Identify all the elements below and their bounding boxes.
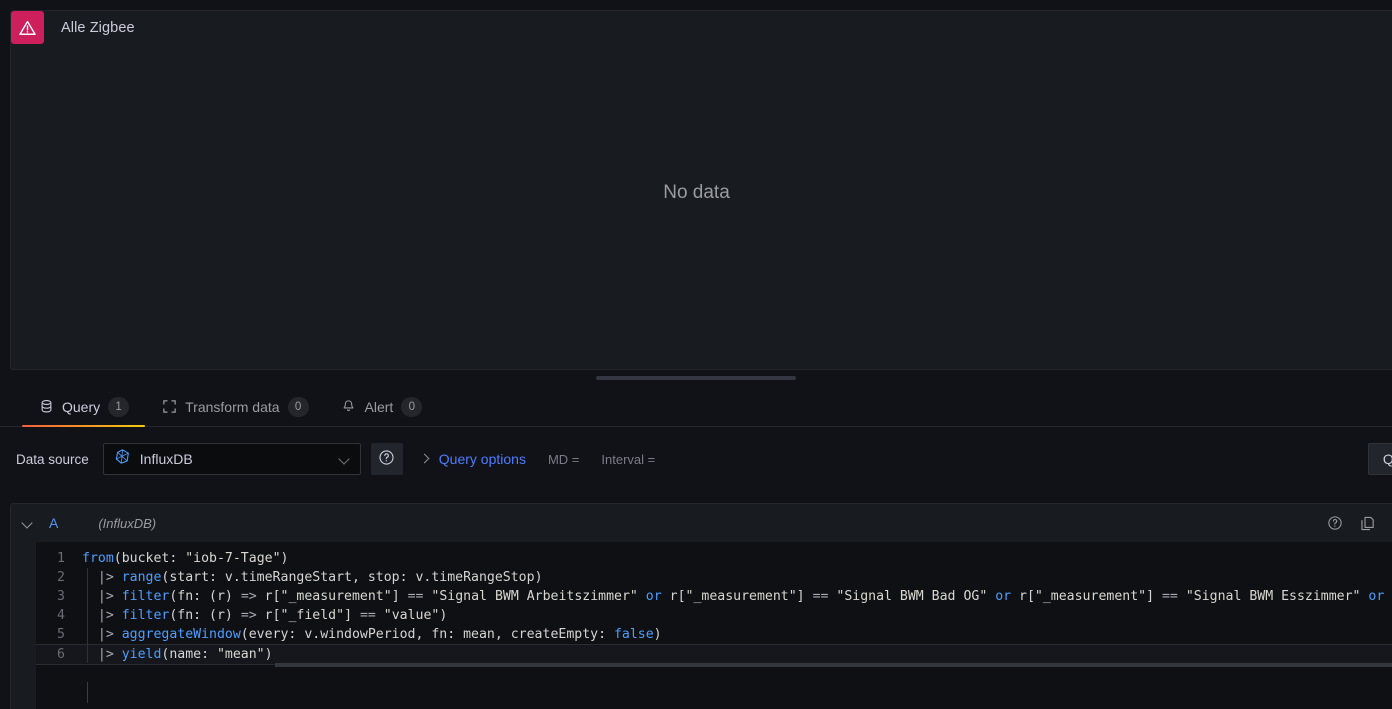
tab-alert-label: Alert: [364, 398, 394, 415]
query-options-toggle[interactable]: Query options: [417, 451, 526, 467]
code-scrollbar-thumb[interactable]: [275, 663, 1392, 667]
datasource-label: Data source: [16, 451, 89, 467]
query-row-header: A (InfluxDB): [11, 504, 1392, 542]
tab-transform-data[interactable]: Transform data 0: [145, 387, 324, 426]
tab-alert[interactable]: Alert 0: [325, 387, 439, 426]
datasource-picker[interactable]: InfluxDB: [102, 443, 361, 475]
tab-query-count: 1: [108, 396, 130, 417]
code-line[interactable]: 3 |> filter(fn: (r) => r["_measurement"]…: [36, 587, 1392, 606]
code-lines: 1 from(bucket: "iob-7-Tage") 2 |> range(st…: [36, 542, 1392, 665]
panel-header: Alle Zigbee: [11, 11, 1392, 56]
splitter-grip[interactable]: [596, 376, 796, 380]
tab-query-label: Query: [62, 398, 101, 415]
code-line[interactable]: 1 from(bucket: "iob-7-Tage"): [36, 549, 1392, 568]
code-line-text: |> yield(name: "mean"): [82, 647, 273, 662]
line-number: 1: [57, 551, 65, 566]
tab-alert-count: 0: [401, 396, 423, 417]
line-number: 3: [57, 589, 65, 604]
query-ref-id[interactable]: A: [49, 515, 58, 531]
flux-code-editor[interactable]: 1 from(bucket: "iob-7-Tage") 2 |> range(st…: [36, 542, 1392, 709]
no-data-message: No data: [663, 181, 730, 203]
code-line[interactable]: 2 |> range(start: v.timeRangeStart, stop…: [36, 568, 1392, 587]
alert-triangle-icon[interactable]: [11, 11, 44, 44]
chevron-down-icon: [338, 452, 352, 466]
question-circle-icon: [378, 449, 395, 469]
code-line[interactable]: 4 |> filter(fn: (r) => r["_field"] == "v…: [36, 606, 1392, 625]
max-data-points-value: MD =: [547, 451, 580, 467]
code-line-text: |> aggregateWindow(every: v.windowPeriod…: [82, 627, 662, 642]
code-line-text: |> range(start: v.timeRangeStart, stop: …: [82, 570, 543, 585]
database-icon: [38, 399, 54, 415]
query-editor-a: A (InfluxDB) 1 from(bucket: "iob-7-Tage")…: [10, 503, 1392, 709]
query-help-button[interactable]: [1327, 515, 1343, 531]
influxdb-icon: [114, 448, 131, 470]
page-title: Alle Zigbee: [61, 19, 135, 36]
code-horizontal-scrollbar[interactable]: [25, 663, 1392, 668]
line-number: 5: [57, 627, 65, 642]
line-number: 4: [57, 608, 65, 623]
transform-icon: [161, 399, 177, 415]
bell-icon: [341, 399, 357, 415]
copy-icon[interactable]: [1359, 515, 1376, 532]
query-row-actions: [1327, 515, 1376, 532]
interval-value: Interval =: [601, 451, 656, 467]
datasource-selected-value: InfluxDB: [139, 451, 193, 467]
indent-guide-current: [87, 682, 88, 703]
tab-transform-data-label: Transform data: [185, 398, 280, 415]
panel-resize-splitter[interactable]: [0, 371, 1392, 385]
code-line-text: |> filter(fn: (r) => r["_field"] == "val…: [82, 608, 448, 623]
code-line[interactable]: 5 |> aggregateWindow(every: v.windowPeri…: [36, 625, 1392, 644]
panel-body: No data: [11, 56, 1392, 369]
line-number: 6: [57, 647, 65, 662]
query-datasource-name: (InfluxDB): [98, 515, 157, 531]
panel-preview: Alle Zigbee No data: [10, 10, 1392, 370]
line-number: 2: [57, 570, 65, 585]
query-collapse-chevron-icon[interactable]: [19, 515, 35, 531]
editor-tabs: Query 1 Transform data 0 Alert 0: [0, 387, 1392, 427]
datasource-help-button[interactable]: [370, 443, 403, 475]
code-line-text: |> filter(fn: (r) => r["_measurement"] =…: [82, 589, 1385, 604]
chevron-right-icon: [417, 451, 433, 467]
code-line[interactable]: 6 |> yield(name: "mean"): [36, 644, 1392, 665]
datasource-row: Data source InfluxDB Query options MD = …: [0, 441, 1392, 477]
query-options-label: Query options: [438, 451, 526, 467]
run-query-button[interactable]: Query: [1367, 443, 1392, 475]
indent-guide: [87, 568, 88, 663]
tab-query[interactable]: Query 1: [22, 387, 146, 427]
tab-transform-data-count: 0: [287, 396, 309, 417]
code-line-text: from(bucket: "iob-7-Tage"): [82, 551, 289, 566]
